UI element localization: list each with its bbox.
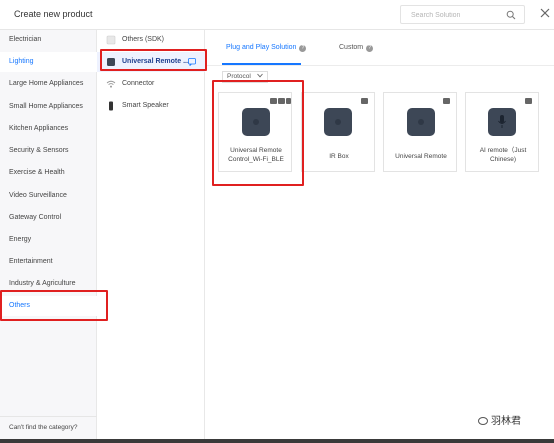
tab-label: Custom	[339, 44, 364, 51]
subcategory-label: Connector	[122, 80, 155, 87]
product-card[interactable]: Universal Remote Control_Wi-Fi_BLE	[218, 92, 292, 172]
category-item[interactable]: Gateway Control	[0, 208, 97, 228]
watermark: 羽林君	[478, 412, 521, 427]
category-item[interactable]: Small Home Appliances	[0, 97, 97, 117]
box-icon	[106, 35, 116, 45]
product-name: Universal Remote	[395, 153, 447, 160]
category-item[interactable]: Industry & Agriculture	[0, 274, 97, 294]
tab-plug-and-play[interactable]: Plug and Play Solution?	[226, 44, 307, 52]
subcategory-label: Others (SDK)	[122, 36, 165, 43]
protocol-label: Protocol	[227, 73, 251, 80]
ble-badge-icon	[278, 98, 285, 104]
subcategory-item[interactable]: Smart Speaker	[97, 96, 205, 116]
category-item[interactable]: Video Surveillance	[0, 186, 97, 206]
tab-custom[interactable]: Custom?	[339, 44, 374, 52]
ai-remote-image	[488, 108, 516, 136]
subcategory-label: Universal Remote ...	[122, 58, 189, 65]
search-box[interactable]	[400, 5, 525, 24]
remote-device-image	[407, 108, 435, 136]
category-item[interactable]: Large Home Appliances	[0, 74, 97, 94]
category-item[interactable]: Energy	[0, 230, 97, 250]
wifi-badge-icon	[270, 98, 277, 104]
microphone-icon	[498, 115, 506, 128]
category-item[interactable]: Entertainment	[0, 252, 97, 272]
subcategory-item[interactable]: Connector	[97, 74, 205, 94]
speaker-icon	[109, 101, 113, 111]
remote-device-image	[242, 108, 270, 136]
product-card[interactable]: Universal Remote	[383, 92, 457, 172]
wifi-badge-icon	[525, 98, 532, 104]
category-item[interactable]: Kitchen Appliances	[0, 119, 97, 139]
wifi-icon	[106, 80, 116, 88]
category-sidebar: Electrician Lighting Large Home Applianc…	[0, 30, 97, 439]
subcategory-item-universal-remote[interactable]: Universal Remote ...	[97, 52, 205, 72]
chat-icon	[188, 58, 196, 66]
cant-find-category-link[interactable]: Can't find the category?	[9, 424, 77, 431]
ir-box-image	[324, 108, 352, 136]
dialog-title: Create new product	[14, 9, 93, 19]
watermark-text: 羽林君	[491, 416, 521, 427]
wechat-icon	[478, 417, 488, 425]
search-input[interactable]	[411, 9, 501, 21]
ir-badge-icon	[286, 98, 291, 104]
category-item[interactable]: Exercise & Health	[0, 163, 97, 183]
search-icon[interactable]	[506, 10, 516, 20]
divider	[0, 416, 97, 417]
subcategory-label: Smart Speaker	[122, 102, 169, 109]
category-item[interactable]: Security & Sensors	[0, 141, 97, 161]
help-icon[interactable]: ?	[299, 45, 307, 52]
product-name: Universal Remote Control_Wi-Fi_BLE	[228, 147, 284, 163]
product-card[interactable]: AI remote（Just Chinese)	[465, 92, 539, 172]
remote-icon	[107, 58, 115, 66]
category-item-others[interactable]: Others	[0, 296, 97, 316]
subcategory-list: Others (SDK) Universal Remote ... Connec…	[97, 30, 205, 439]
tab-label: Plug and Play Solution	[226, 44, 297, 51]
wifi-badge-icon	[443, 98, 450, 104]
close-icon[interactable]	[539, 7, 551, 19]
bottom-edge	[0, 439, 554, 443]
wifi-badge-icon	[361, 98, 368, 104]
product-name: AI remote（Just Chinese)	[479, 147, 527, 163]
tab-divider	[205, 65, 554, 66]
category-item[interactable]: Lighting	[0, 52, 97, 72]
help-icon[interactable]: ?	[366, 45, 374, 52]
product-name: IR Box	[329, 153, 349, 160]
dialog-header: Create new product	[0, 0, 554, 30]
solution-panel: Plug and Play Solution? Custom? Protocol…	[205, 30, 554, 439]
chevron-down-icon	[256, 73, 263, 78]
category-item[interactable]: Electrician	[0, 30, 97, 50]
product-card[interactable]: IR Box	[301, 92, 375, 172]
subcategory-item[interactable]: Others (SDK)	[97, 30, 205, 50]
protocol-filter[interactable]: Protocol	[222, 71, 268, 83]
